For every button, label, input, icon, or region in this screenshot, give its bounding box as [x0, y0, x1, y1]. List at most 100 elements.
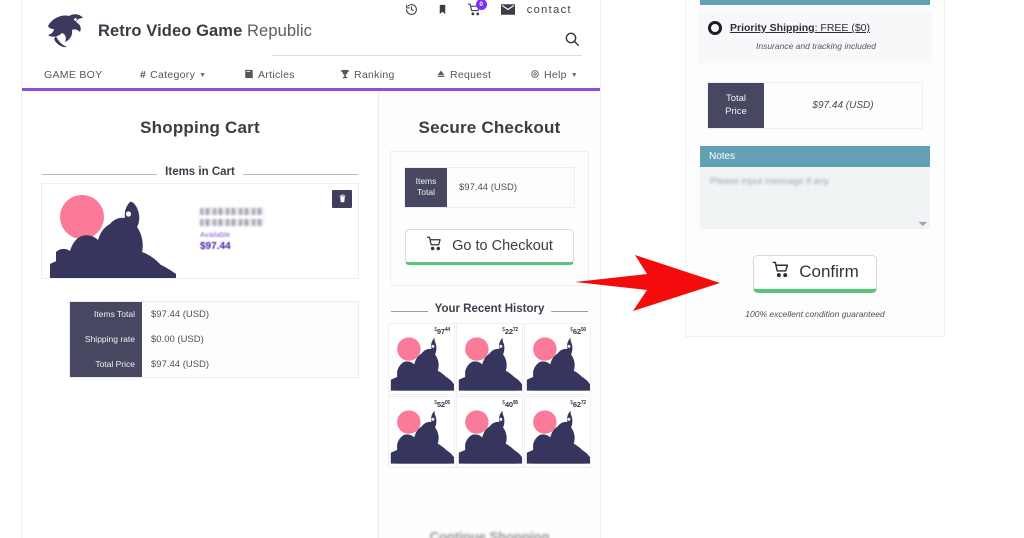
- guarantee-text: 100% excellent condition guaranteed: [745, 308, 885, 319]
- shipping-option-box[interactable]: Priority Shipping: FREE ($0) Insurance a…: [698, 11, 932, 63]
- nav-item-label: Ranking: [354, 69, 395, 81]
- go-to-checkout-button[interactable]: Go to Checkout: [405, 228, 574, 265]
- history-thumbnail[interactable]: $9744: [389, 323, 454, 394]
- shipping-option-subtitle: Insurance and tracking included: [755, 41, 877, 51]
- checkout-items-total: Items Total $97.44 (USD): [405, 168, 574, 207]
- total-price-label: Total Price: [708, 83, 764, 128]
- cart-totals-table: Items Total $97.44 (USD) Shipping rate $…: [70, 302, 358, 377]
- search-icon[interactable]: [564, 31, 582, 55]
- go-to-checkout-label: Go to Checkout: [452, 237, 553, 254]
- nav-item-ranking[interactable]: Ranking: [340, 69, 436, 82]
- history-thumbnail[interactable]: $6250: [525, 323, 590, 394]
- resize-grip-icon[interactable]: ◢: [918, 216, 929, 227]
- items-total-label: Items Total: [405, 168, 447, 207]
- shipping-option-price: : FREE ($0): [814, 22, 871, 34]
- history-price-dollars: 97: [436, 326, 445, 336]
- main-nav: GAME BOY # Category ▼ Articles Ranking R…: [22, 60, 600, 90]
- nav-item-game-boy[interactable]: GAME BOY: [44, 69, 140, 81]
- nav-item-label: Request: [450, 69, 492, 81]
- continue-shopping-label[interactable]: Continue Shopping: [379, 529, 600, 538]
- history-price-dollars: 52: [436, 399, 445, 409]
- nav-item-label: Help: [544, 69, 567, 81]
- shipping-option-row[interactable]: Priority Shipping: FREE ($0): [708, 21, 924, 35]
- nav-item-articles[interactable]: Articles: [244, 69, 340, 82]
- dragon-logo-icon: [42, 10, 88, 52]
- confirm-button[interactable]: Confirm: [753, 254, 877, 293]
- checkout-title: Secure Checkout: [418, 118, 561, 137]
- radio-selected-icon[interactable]: [708, 21, 722, 35]
- recent-history-grid: $9744 $2272 $6250 $5205 $4095 $6272: [389, 323, 590, 467]
- totals-row-value: $97.44 (USD): [142, 352, 358, 377]
- totals-row-label: Total Price: [70, 352, 142, 377]
- items-in-cart-divider: Items in Cart: [42, 166, 358, 178]
- contact-link[interactable]: contact: [500, 4, 572, 16]
- items-total-label-line2: Total: [417, 187, 435, 198]
- checkout-card: Items Total $97.44 (USD) Go to Checkout: [391, 152, 588, 285]
- notes-placeholder: Please input message if any: [710, 175, 829, 187]
- trash-icon: [339, 190, 346, 208]
- history-thumbnail[interactable]: $6272: [525, 396, 590, 467]
- right-screenshot-confirm-panel: Priority Shipping: FREE ($0) Insurance a…: [686, 0, 944, 336]
- cart-item-title-line2: [200, 219, 264, 226]
- history-price-cents: 44: [444, 326, 450, 333]
- history-price: $9744: [434, 327, 450, 336]
- secure-checkout-column: Secure Checkout Items Total $97.44 (USD): [378, 92, 600, 538]
- shipping-option-name: Priority Shipping: [730, 22, 815, 34]
- cart-item-thumbnail[interactable]: [42, 184, 186, 278]
- left-screenshot-cart-page: Retro Video Game Republic 0 contact GAME…: [0, 0, 612, 538]
- shopping-cart-icon: [426, 236, 443, 255]
- history-price-dollars: 62: [572, 399, 581, 409]
- cart-item-availability: Available: [200, 230, 231, 239]
- nav-item-help[interactable]: Help ▼: [530, 69, 600, 82]
- utility-bar: 0 contact: [405, 0, 572, 16]
- history-price-dollars: 40: [504, 399, 513, 409]
- history-price-dollars: 22: [504, 326, 513, 336]
- notes-textarea[interactable]: Please input message if any ◢: [700, 166, 930, 229]
- total-price-label-line2: Price: [725, 106, 747, 118]
- screenshot-stage: Retro Video Game Republic 0 contact GAME…: [0, 0, 1024, 538]
- history-price: $6250: [570, 327, 586, 336]
- cart-item-row: Available $97.44: [42, 184, 358, 278]
- history-price-cents: 50: [580, 326, 586, 333]
- history-price: $4095: [502, 400, 518, 409]
- history-price-cents: 95: [512, 399, 518, 406]
- history-price-cents: 72: [512, 326, 518, 333]
- items-total-value: $97.44 (USD): [447, 168, 574, 207]
- nav-item-request[interactable]: Request: [436, 69, 530, 82]
- nav-item-label: Category: [150, 69, 196, 81]
- confirm-button-label: Confirm: [799, 262, 859, 282]
- nav-item-label: Articles: [258, 69, 295, 81]
- shopping-cart-icon: [771, 261, 791, 283]
- brand-name-bold: Retro Video Game: [98, 21, 243, 40]
- shopping-cart-column: Shopping Cart Items in Cart Available $9…: [22, 92, 378, 538]
- wolf-artwork: [42, 184, 186, 278]
- book-icon: [244, 69, 254, 82]
- search-input[interactable]: [272, 30, 582, 56]
- history-thumbnail[interactable]: $4095: [457, 396, 522, 467]
- totals-row-label: Items Total: [70, 302, 142, 327]
- nav-item-label: GAME BOY: [44, 69, 103, 81]
- trophy-icon: [340, 69, 350, 82]
- page-columns: Shopping Cart Items in Cart Available $9…: [22, 92, 600, 538]
- history-clock-icon[interactable]: [405, 3, 418, 16]
- notes-header: Notes: [700, 145, 930, 167]
- site-header: Retro Video Game Republic 0 contact GAME…: [22, 0, 600, 92]
- nav-item-category[interactable]: # Category ▼: [140, 69, 244, 81]
- shopping-cart-icon[interactable]: 0: [467, 0, 487, 16]
- remove-item-button[interactable]: [332, 190, 352, 208]
- recent-history-divider: Your Recent History: [391, 302, 588, 315]
- total-price-box: Total Price $97.44 (USD): [708, 83, 922, 128]
- cart-count-badge: 0: [475, 0, 487, 10]
- history-thumbnail[interactable]: $5205: [389, 396, 454, 467]
- gear-icon: [530, 69, 540, 82]
- history-price-cents: 05: [444, 399, 450, 406]
- history-thumbnail[interactable]: $2272: [457, 323, 522, 394]
- shipping-option-text: Priority Shipping: FREE ($0): [730, 22, 870, 34]
- totals-row-value: $97.44 (USD): [142, 302, 358, 327]
- hash-icon: #: [140, 69, 147, 81]
- history-price-dollars: 62: [572, 326, 581, 336]
- total-price-value: $97.44 (USD): [764, 83, 922, 128]
- bookmark-icon[interactable]: [437, 3, 448, 16]
- cart-item-title-line1: [200, 208, 264, 215]
- page-title: Shopping Cart: [140, 118, 260, 137]
